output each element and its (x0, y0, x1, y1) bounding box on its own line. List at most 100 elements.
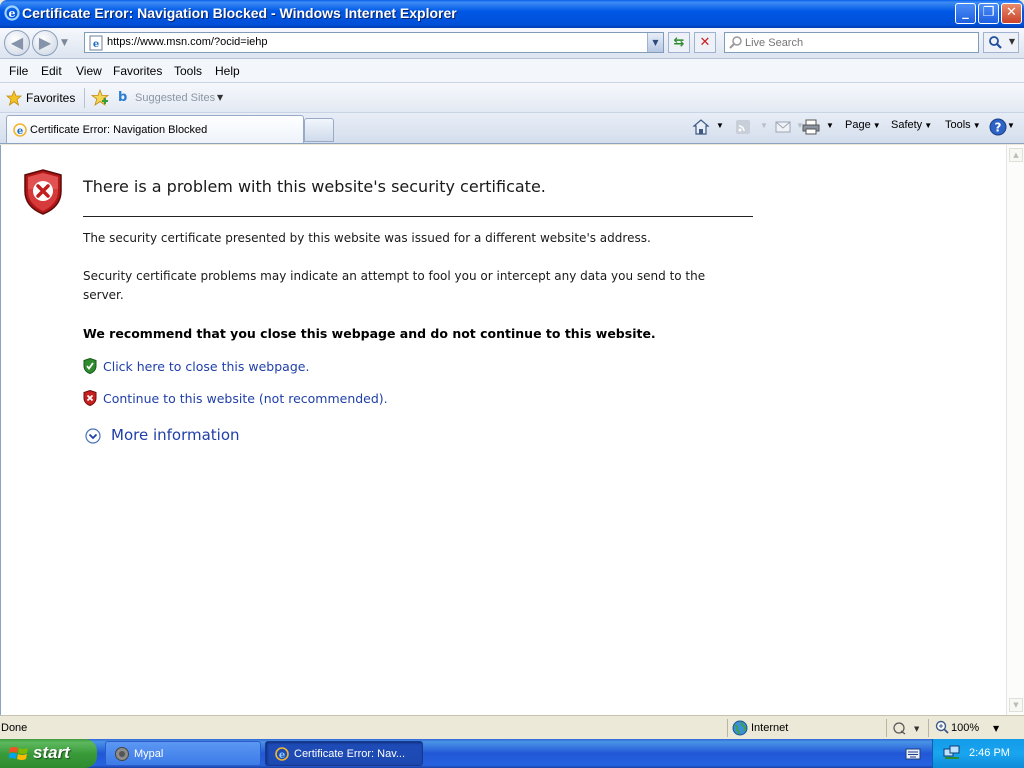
continue-to-website-link[interactable]: Continue to this website (not recommende… (103, 391, 388, 406)
start-button[interactable]: start (0, 739, 97, 768)
scroll-up-button[interactable]: ▲ (1009, 148, 1023, 162)
page-menu-button[interactable]: Page ▼ (845, 119, 881, 131)
search-input[interactable] (745, 35, 975, 50)
feeds-icon[interactable] (735, 119, 751, 135)
print-dropdown[interactable]: ▼ (826, 121, 834, 130)
keyboard-icon[interactable] (905, 748, 921, 760)
expand-chevron-icon[interactable] (85, 428, 101, 444)
search-box[interactable] (724, 32, 979, 53)
stop-button[interactable]: ✕ (694, 32, 716, 53)
page-content: There is a problem with this website's s… (0, 145, 1006, 715)
windows-logo-icon (9, 747, 28, 760)
search-icon (989, 36, 1002, 49)
url-text[interactable]: https://www.msn.com/?ocid=iehp (107, 36, 268, 48)
help-dropdown[interactable]: ▼ (1007, 121, 1015, 130)
explanation-text: The security certificate presented by th… (83, 231, 651, 245)
close-webpage-link[interactable]: Click here to close this webpage. (103, 359, 309, 374)
page-menu-label: Page (845, 119, 871, 131)
search-options-dropdown[interactable]: ▼ (1009, 37, 1015, 46)
favorites-star-icon (6, 90, 22, 106)
svg-text:?: ? (995, 121, 1002, 135)
chevron-down-icon: ▼ (924, 121, 933, 130)
separator (928, 719, 929, 737)
title-bar[interactable]: e Certificate Error: Navigation Blocked … (0, 0, 1024, 28)
maximize-button[interactable]: ❐ (978, 3, 999, 24)
tab-certificate-error[interactable]: e Certificate Error: Navigation Blocked (6, 115, 304, 143)
home-dropdown[interactable]: ▼ (716, 121, 724, 130)
start-label: start (33, 743, 70, 762)
search-button[interactable]: ▼ (983, 32, 1019, 53)
tab-title: Certificate Error: Navigation Blocked (30, 124, 208, 136)
safety-menu-label: Safety (891, 119, 923, 131)
taskbar-item-mypal[interactable]: Mypal (105, 741, 261, 766)
menu-help[interactable]: Help (215, 64, 240, 78)
forward-arrow-icon: ▶ (38, 33, 52, 52)
chevron-down-icon[interactable]: ▼ (217, 93, 223, 102)
clock[interactable]: 2:46 PM (969, 747, 1010, 759)
taskbar-item-label: Mypal (134, 748, 164, 760)
status-bar: Done Internet ▼ 100% ▼ (0, 715, 1024, 739)
taskbar-item-ie[interactable]: e Certificate Error: Nav... (265, 741, 423, 766)
globe-icon (732, 720, 748, 736)
system-tray: 2:46 PM (932, 739, 1024, 768)
internet-explorer-icon: e (275, 747, 289, 761)
security-zone[interactable]: Internet (751, 722, 788, 734)
new-tab-button[interactable] (304, 118, 334, 142)
network-icon[interactable] (943, 745, 961, 761)
menu-tools[interactable]: Tools (174, 64, 202, 78)
favorites-button[interactable]: Favorites (26, 91, 75, 105)
separator (886, 719, 887, 737)
close-window-button[interactable]: ✕ (1001, 3, 1022, 24)
suggested-sites-button[interactable]: Suggested Sites (135, 92, 215, 104)
more-information-link[interactable]: More information (111, 426, 240, 444)
taskbar: start Mypal e Certificate Error: Nav... … (0, 739, 1024, 768)
menu-edit[interactable]: Edit (41, 64, 62, 78)
menu-file[interactable]: File (9, 64, 28, 78)
forward-button[interactable]: ▶ (32, 30, 58, 56)
recent-pages-dropdown[interactable]: ▼ (61, 38, 68, 48)
protected-mode-icon[interactable]: ▼ (893, 721, 919, 735)
red-shield-icon (83, 390, 97, 406)
tools-menu-button[interactable]: Tools ▼ (945, 119, 981, 131)
add-to-favorites-bar-icon[interactable] (91, 89, 109, 107)
internet-explorer-icon: e (4, 5, 20, 21)
bing-icon: b (118, 90, 128, 105)
status-text: Done (1, 722, 28, 734)
window-title: Certificate Error: Navigation Blocked - … (22, 5, 457, 21)
minimize-button[interactable]: _ (955, 3, 976, 24)
page-title: There is a problem with this website's s… (83, 177, 546, 196)
mypal-icon (115, 747, 129, 761)
feeds-dropdown[interactable]: ▼ (760, 121, 768, 130)
home-icon[interactable] (692, 118, 710, 136)
back-button[interactable]: ◀ (4, 30, 30, 56)
address-bar[interactable]: e https://www.msn.com/?ocid=iehp ▼ (84, 32, 664, 53)
favorites-bar: Favorites b Suggested Sites ▼ (0, 83, 1024, 113)
mail-icon[interactable] (775, 120, 791, 134)
back-arrow-icon: ◀ (10, 33, 24, 52)
print-icon[interactable] (802, 119, 820, 135)
zoom-dropdown[interactable]: ▼ (993, 724, 999, 733)
tools-menu-label: Tools (945, 119, 971, 131)
warning-text: Security certificate problems may indica… (83, 269, 706, 302)
chevron-down-icon: ▼ (872, 121, 881, 130)
refresh-button[interactable]: ⇆ (668, 32, 690, 53)
scroll-down-button[interactable]: ▼ (1009, 698, 1023, 712)
error-shield-icon (24, 169, 62, 215)
taskbar-item-label: Certificate Error: Nav... (294, 748, 406, 760)
safety-menu-button[interactable]: Safety ▼ (891, 119, 932, 131)
svg-text:e: e (279, 750, 285, 761)
menu-bar: File Edit View Favorites Tools Help (0, 59, 1024, 83)
search-provider-icon (729, 36, 742, 49)
menu-favorites[interactable]: Favorites (113, 64, 162, 78)
svg-text:e: e (9, 7, 16, 20)
help-icon[interactable]: ? (989, 118, 1007, 136)
page-icon: e (89, 35, 103, 51)
address-dropdown-button[interactable]: ▼ (647, 33, 663, 52)
recommendation-text: We recommend that you close this webpage… (83, 326, 656, 341)
vertical-scrollbar[interactable]: ▲ ▼ (1006, 145, 1024, 715)
address-toolbar: ◀ ▶ ▼ e https://www.msn.com/?ocid=iehp ▼… (0, 28, 1024, 59)
svg-text:e: e (93, 39, 99, 50)
chevron-down-icon: ▼ (972, 121, 981, 130)
zoom-level[interactable]: 100% (951, 722, 979, 734)
menu-view[interactable]: View (76, 64, 102, 78)
